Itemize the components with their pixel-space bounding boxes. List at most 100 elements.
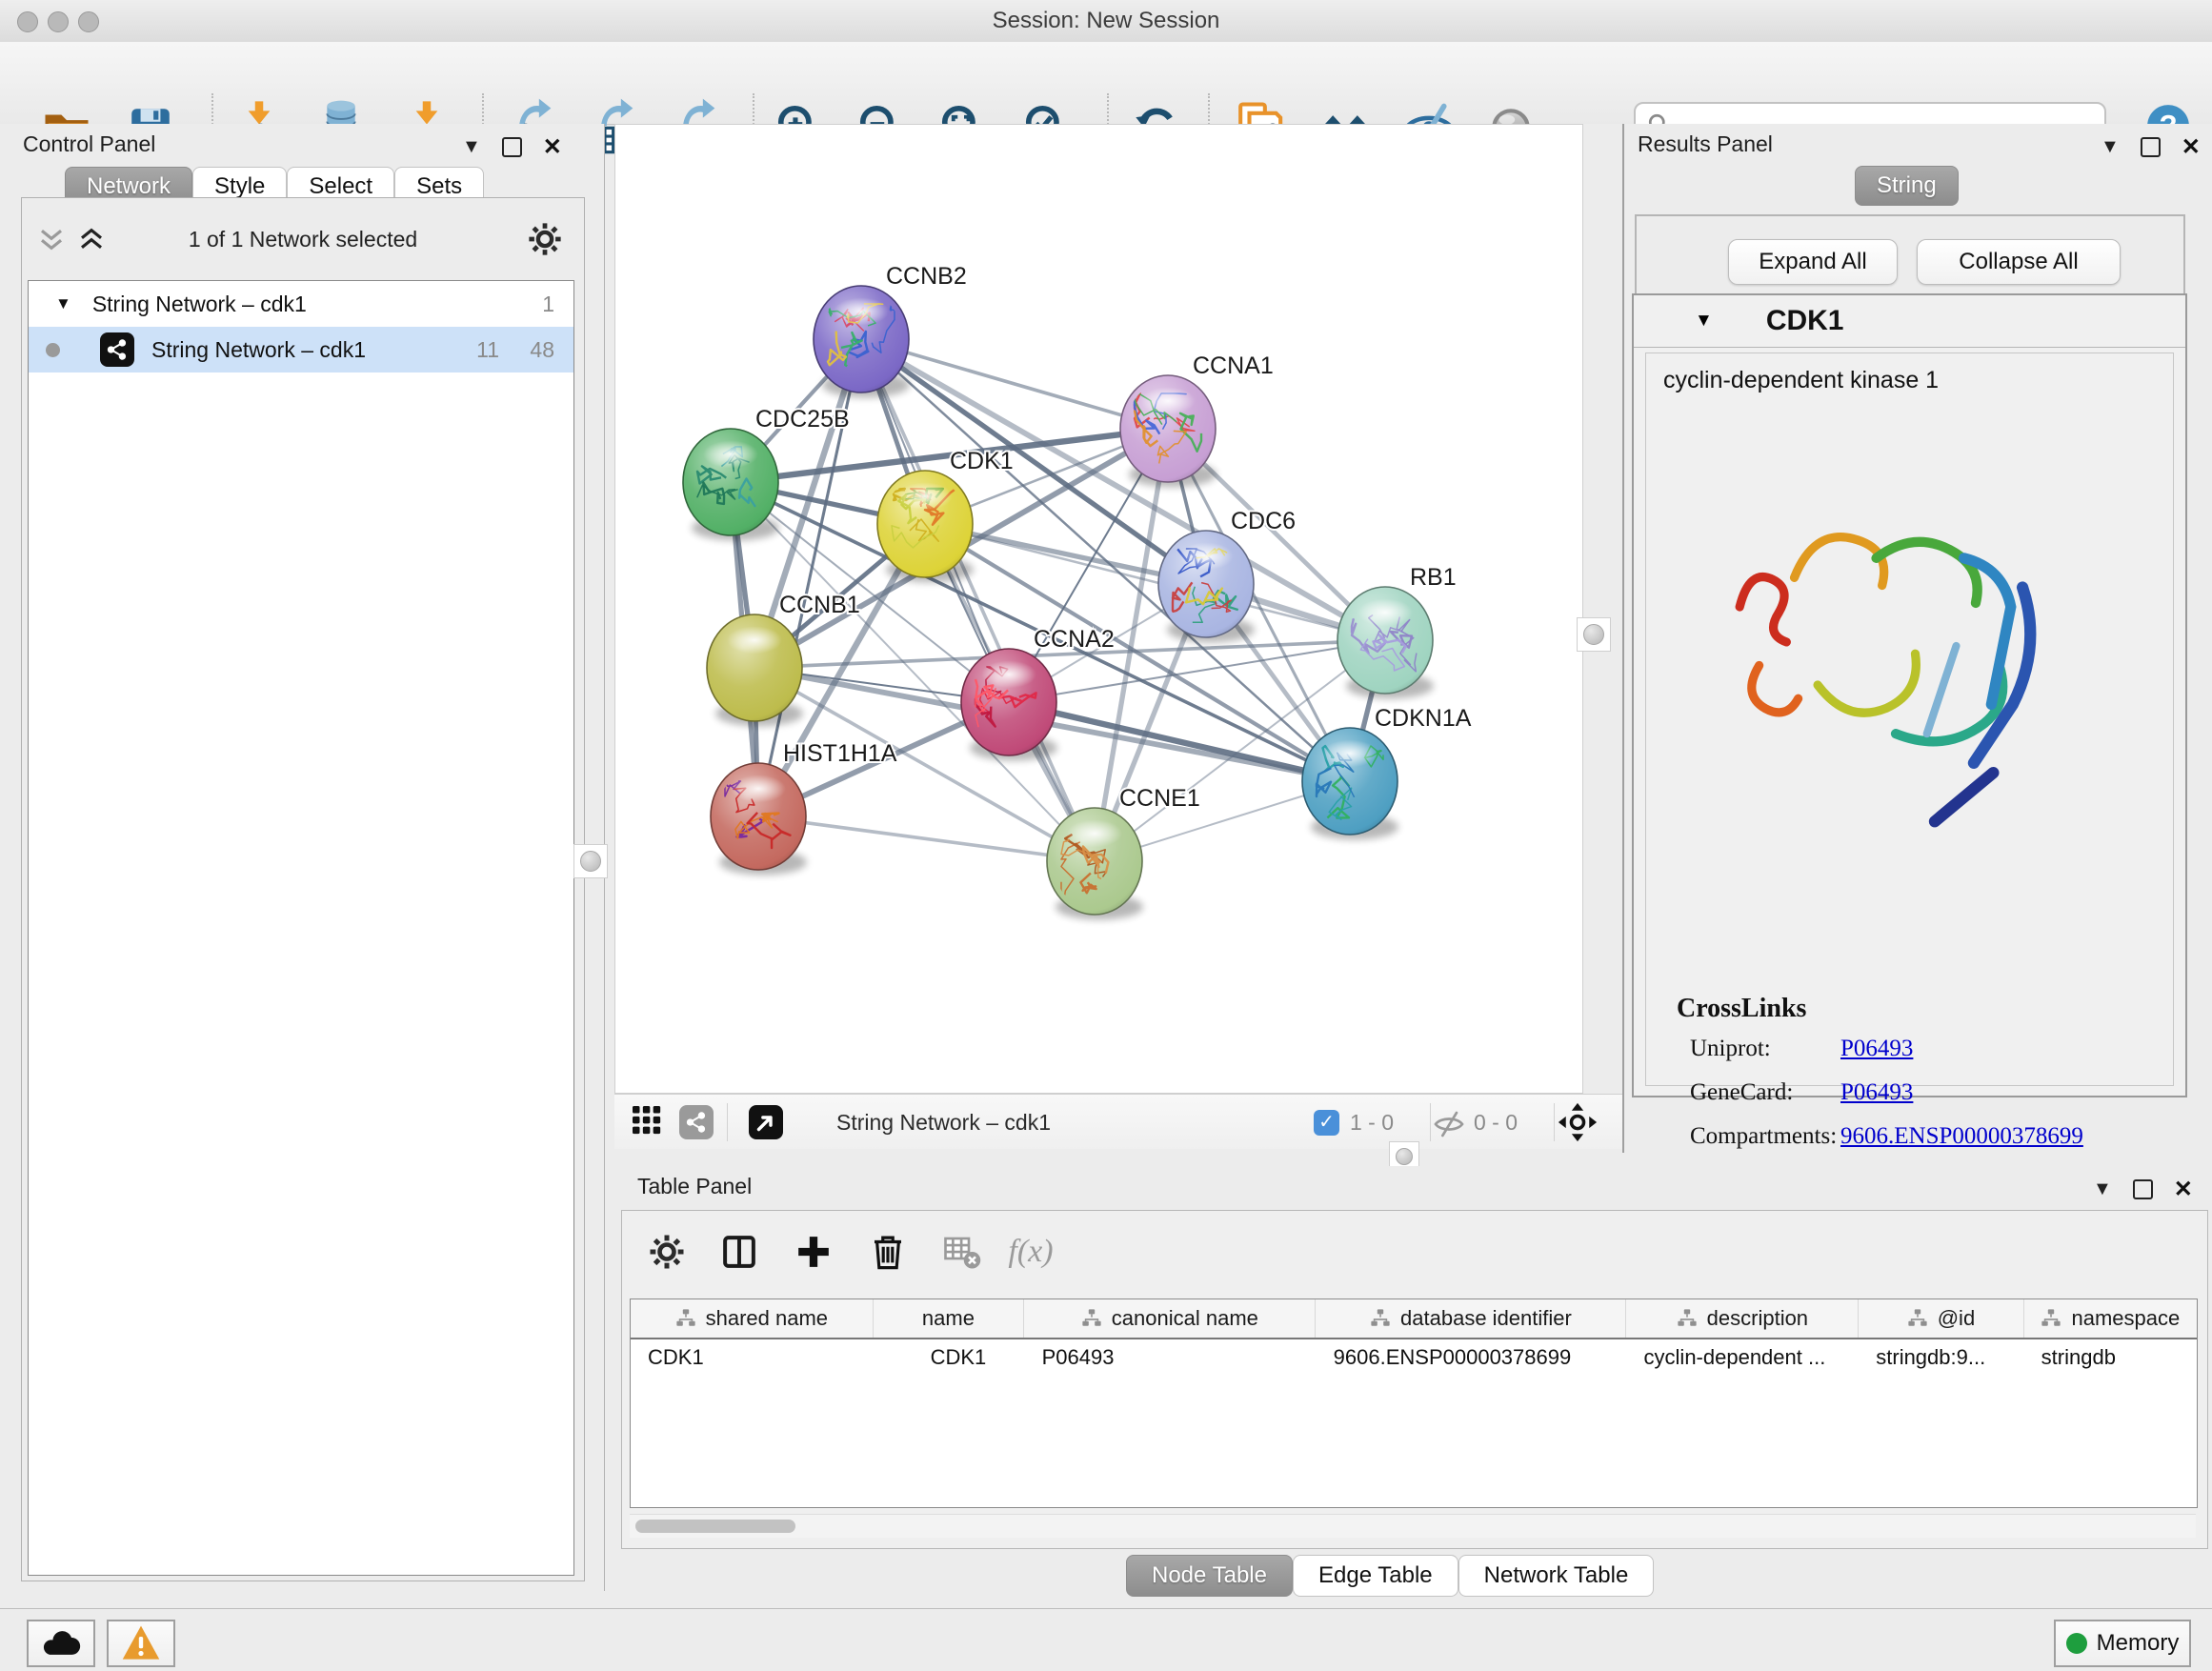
crosslink-label: GeneCard: (1690, 1079, 1793, 1106)
network-node-CCNB1[interactable]: CCNB1 (707, 592, 860, 726)
column-header-description[interactable]: description (1626, 1299, 1859, 1338)
expand-all-button[interactable]: Expand All (1728, 239, 1898, 285)
string-network-badge-icon[interactable] (679, 1105, 714, 1139)
network-status-bar: String Network – cdk1 ✓ 1 - 0 0 - 0 (614, 1094, 1622, 1151)
protein-structure-image (1696, 441, 2096, 851)
column-header-shared-name[interactable]: shared name (631, 1299, 874, 1338)
network-node-CCNA2[interactable]: CCNA2 (961, 626, 1115, 760)
gene-card-expander-icon[interactable]: ▼ (1695, 311, 1713, 332)
window-minimize-icon[interactable] (48, 11, 69, 32)
table-panel-collapse-icon[interactable]: ▼ (2093, 1178, 2112, 1200)
collection-label: String Network – cdk1 (92, 292, 307, 317)
node-label-RB1: RB1 (1410, 564, 1457, 591)
tab-string-results[interactable]: String (1855, 166, 1959, 206)
selected-checkbox-icon[interactable]: ✓ (1314, 1110, 1339, 1136)
scrollbar-thumb[interactable] (635, 1520, 795, 1533)
fit-selected-crosshair-icon[interactable] (1558, 1102, 1598, 1147)
birds-eye-view-icon[interactable] (749, 1105, 783, 1139)
crosslink-uniprot-link[interactable]: P06493 (1840, 1036, 1913, 1062)
network-row[interactable]: String Network – cdk1 11 48 (29, 327, 573, 372)
network-node-CDK1[interactable]: CDK1 (877, 448, 1014, 582)
node-label-CDKN1A: CDKN1A (1375, 705, 1472, 732)
results-panel: Results Panel ▼ ✕ String Expand All Coll… (1622, 124, 2212, 1153)
network-options-gear-icon[interactable] (527, 221, 563, 257)
table-type-tabs: Node Table Edge Table Network Table (1126, 1555, 1654, 1597)
table-row[interactable]: CDK1 CDK1 P06493 9606.ENSP00000378699 cy… (631, 1339, 2197, 1376)
cell-canonical-name[interactable]: P06493 (1025, 1345, 1317, 1370)
cell-database-identifier[interactable]: 9606.ENSP00000378699 (1317, 1345, 1627, 1370)
network-collection-row[interactable]: ▼ String Network – cdk1 1 (29, 281, 573, 327)
tab-network-table[interactable]: Network Table (1458, 1555, 1655, 1597)
network-selection-status: 1 of 1 Network selected (22, 227, 584, 252)
status-separator (727, 1103, 728, 1141)
title-bar: Session: New Session (0, 0, 2212, 43)
column-header-name[interactable]: name (874, 1299, 1025, 1338)
application-window: Session: New Session Control Panel (0, 0, 2212, 1671)
table-horizontal-scrollbar[interactable] (630, 1514, 2196, 1538)
control-panel-title: Control Panel (23, 131, 155, 157)
cloud-status-icon[interactable] (27, 1620, 95, 1667)
column-header-namespace[interactable]: namespace (2024, 1299, 2197, 1338)
node-table: shared name name canonical name database… (630, 1299, 2198, 1508)
cell-namespace[interactable]: stringdb (2024, 1345, 2197, 1370)
cell-name[interactable]: CDK1 (874, 1345, 1025, 1370)
delete-column-icon[interactable] (860, 1224, 915, 1279)
show-columns-icon[interactable] (712, 1224, 767, 1279)
column-header-database-identifier[interactable]: database identifier (1316, 1299, 1626, 1338)
column-source-icon (1677, 1308, 1698, 1329)
network-edge-CDK1-RB1[interactable] (925, 524, 1385, 640)
table-options-gear-icon[interactable] (639, 1224, 694, 1279)
results-panel-float-icon[interactable] (2141, 137, 2161, 157)
gene-card-body: cyclin-dependent kinase 1 (1645, 352, 2174, 1086)
cell-description[interactable]: cyclin-dependent ... (1627, 1345, 1860, 1370)
hidden-node-edge-count: 0 - 0 (1474, 1110, 1518, 1136)
network-node-CDKN1A[interactable]: CDKN1A (1302, 705, 1472, 839)
table-panel: Table Panel ▼ ✕ f(x) shared name name ca… (614, 1166, 2212, 1608)
network-node-CCNA1[interactable]: CCNA1 (1120, 352, 1274, 487)
network-view-canvas[interactable]: CCNB2CCNA1CDC25BCDK1CDC6RB1CCNB1CCNA2CDK… (614, 124, 1583, 1094)
table-panel-float-icon[interactable] (2133, 1179, 2153, 1199)
warning-status-icon[interactable] (107, 1620, 175, 1667)
control-panel-close-icon[interactable]: ✕ (543, 133, 562, 161)
node-label-CCNB1: CCNB1 (779, 592, 860, 618)
window-close-icon[interactable] (17, 11, 38, 32)
collection-expander-icon[interactable]: ▼ (55, 294, 71, 313)
crosslink-compartments-link[interactable]: 9606.ENSP00000378699 (1840, 1123, 2083, 1150)
control-panel-float-icon[interactable] (502, 137, 522, 157)
control-panel: Control Panel ▼ ✕ Network Style Select S… (0, 124, 605, 1591)
crosslink-genecard-link[interactable]: P06493 (1840, 1079, 1913, 1106)
network-node-HIST1H1A[interactable]: HIST1H1A (711, 740, 897, 875)
control-panel-collapse-icon[interactable]: ▼ (462, 136, 481, 158)
right-splitter-handle[interactable] (1577, 617, 1611, 652)
node-label-CCNA1: CCNA1 (1193, 352, 1274, 379)
left-splitter-handle[interactable] (573, 844, 608, 878)
network-edge-HIST1H1A-CCNE1[interactable] (758, 816, 1095, 861)
results-panel-collapse-icon[interactable]: ▼ (2101, 136, 2120, 158)
hidden-eye-icon[interactable] (1434, 1109, 1464, 1144)
tab-node-table[interactable]: Node Table (1126, 1555, 1293, 1597)
network-edge-count: 48 (530, 337, 554, 363)
gene-card-header[interactable]: ▼ CDK1 (1634, 295, 2185, 348)
grid-mode-icon[interactable] (628, 1101, 666, 1144)
column-header-id[interactable]: @id (1859, 1299, 2023, 1338)
results-panel-close-icon[interactable]: ✕ (2182, 133, 2201, 161)
right-splitter[interactable] (1583, 124, 1622, 1094)
tab-edge-table[interactable]: Edge Table (1293, 1555, 1458, 1597)
network-node-RB1[interactable]: RB1 (1337, 564, 1457, 698)
network-list: ▼ String Network – cdk1 1 String Network… (28, 280, 574, 1576)
status-separator (1430, 1103, 1431, 1141)
cell-id[interactable]: stringdb:9... (1859, 1345, 2023, 1370)
collapse-all-button[interactable]: Collapse All (1917, 239, 2121, 285)
table-panel-close-icon[interactable]: ✕ (2174, 1176, 2193, 1203)
window-zoom-icon[interactable] (78, 11, 99, 32)
status-bar: Memory (0, 1608, 2212, 1671)
current-network-indicator (46, 343, 60, 357)
selected-node-edge-count: 1 - 0 (1350, 1110, 1394, 1136)
network-node-CCNB2[interactable]: CCNB2 (814, 263, 967, 397)
node-label-CDC25B: CDC25B (755, 406, 850, 433)
cell-shared-name[interactable]: CDK1 (631, 1345, 874, 1370)
add-column-icon[interactable] (786, 1224, 841, 1279)
table-panel-title: Table Panel (637, 1174, 752, 1199)
memory-button[interactable]: Memory (2054, 1620, 2191, 1667)
column-header-canonical-name[interactable]: canonical name (1024, 1299, 1316, 1338)
